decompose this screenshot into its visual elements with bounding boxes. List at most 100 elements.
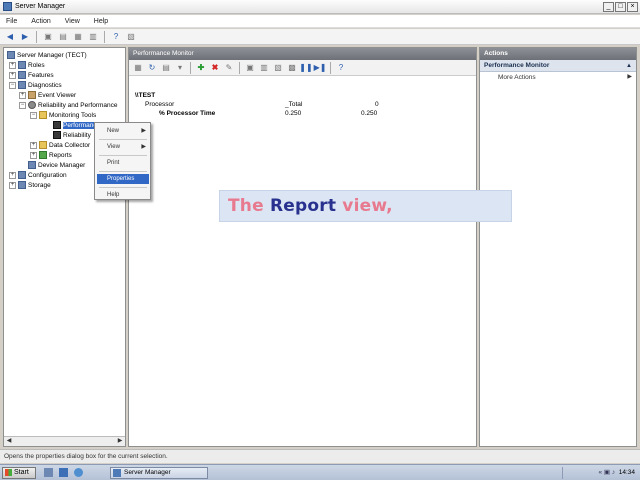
tree-item-label: Reports (49, 151, 72, 159)
actions-header: Actions (480, 48, 636, 60)
scroll-right-icon[interactable]: ▶ (116, 438, 124, 445)
taskbar-item-server-manager[interactable]: Server Manager (110, 467, 208, 479)
tree-item-monitoring-tools[interactable]: − Monitoring Tools (30, 110, 96, 120)
view-graph-icon[interactable]: ▦ (132, 62, 144, 73)
dropdown-icon[interactable]: ▾ (174, 62, 186, 73)
collapse-icon[interactable]: − (30, 111, 37, 119)
freeze-display-icon[interactable]: ❚❚ (299, 62, 312, 73)
context-menu-view[interactable]: View ▶ (97, 142, 149, 152)
server-manager-icon (113, 469, 121, 477)
tree-item-storage[interactable]: + Storage (9, 180, 51, 190)
start-label: Start (14, 469, 29, 476)
expand-icon[interactable]: + (9, 71, 16, 79)
help-icon[interactable]: ? (335, 62, 347, 73)
windows-logo-icon (5, 469, 12, 476)
expand-icon[interactable]: + (19, 91, 26, 99)
configuration-icon (18, 171, 26, 179)
help-icon[interactable]: ? (110, 31, 122, 42)
caption-overlay: The Report view, (219, 190, 512, 222)
delete-counter-icon[interactable]: ✖ (209, 62, 221, 73)
tree-item-label: Features (28, 71, 54, 79)
features-icon (18, 71, 26, 79)
more-actions-label: More Actions (498, 74, 536, 81)
up-folder-icon[interactable]: ▣ (42, 31, 54, 42)
paste-counter-list-icon[interactable]: ▥ (258, 62, 270, 73)
export-list-icon[interactable]: ▦ (72, 31, 84, 42)
performance-toolbar: ▦ ↻ ▤ ▾ ✚ ✖ ✎ ▣ ▥ ▧ ▩ ❚❚ ▶❚ ? (129, 60, 476, 76)
server-manager-window: Server Manager _ □ × File Action View He… (0, 0, 640, 464)
tree-item-reports[interactable]: + Reports (30, 150, 72, 160)
collapse-icon[interactable]: − (19, 101, 26, 109)
forward-icon[interactable]: ▶ (19, 31, 31, 42)
context-menu-properties[interactable]: Properties (97, 174, 149, 184)
more-actions-item[interactable]: More Actions ▶ (480, 72, 636, 83)
update-data-icon[interactable]: ▶❚ (314, 62, 327, 73)
change-graph-type-icon[interactable]: ▤ (160, 62, 172, 73)
menu-file[interactable]: File (6, 18, 17, 25)
add-counter-icon[interactable]: ✚ (195, 62, 207, 73)
tree-item-configuration[interactable]: + Configuration (9, 170, 67, 180)
expand-icon[interactable]: + (9, 171, 16, 179)
tree-item-roles[interactable]: + Roles (9, 60, 45, 70)
highlight-icon[interactable]: ✎ (223, 62, 235, 73)
main-toolbar: ◀ ▶ ▣ ▤ ▦ ▥ ? ▧ (0, 29, 640, 45)
tree-item-data-collector-sets[interactable]: + Data Collector (30, 140, 90, 150)
submenu-arrow-icon: ▶ (141, 144, 146, 150)
properties-icon[interactable]: ▧ (272, 62, 284, 73)
show-hide-tree-icon[interactable]: ▤ (57, 31, 69, 42)
expand-icon[interactable]: + (9, 61, 16, 69)
context-menu-new[interactable]: New ▶ (97, 126, 149, 136)
counter-value: 0.250 (285, 110, 302, 117)
server-manager-quicklaunch-icon[interactable] (44, 468, 53, 477)
collapse-icon[interactable]: − (9, 81, 16, 89)
collapse-icon[interactable]: ▲ (626, 60, 632, 72)
zoom-icon[interactable]: ▩ (286, 62, 298, 73)
close-button[interactable]: × (627, 2, 638, 12)
actions-section-header[interactable]: Performance Monitor ▲ (480, 60, 636, 72)
context-menu-help[interactable]: Help (97, 190, 149, 200)
tree-item-label: Diagnostics (28, 81, 62, 89)
minimize-button[interactable]: _ (603, 2, 614, 12)
submenu-arrow-icon: ▶ (141, 128, 146, 134)
taskbar: Start Server Manager « ▣ ♪ 14:34 (0, 464, 640, 480)
menu-help[interactable]: Help (94, 18, 108, 25)
tree-item-label: Event Viewer (38, 91, 77, 99)
maximize-button[interactable]: □ (615, 2, 626, 12)
copy-properties-icon[interactable]: ▣ (244, 62, 256, 73)
folder-icon (39, 111, 47, 119)
tree-item-label: Device Manager (38, 161, 86, 169)
tree-item-device-manager[interactable]: Device Manager (28, 160, 85, 170)
refresh-icon[interactable]: ↻ (146, 62, 158, 73)
roles-icon (18, 61, 26, 69)
device-manager-icon (28, 161, 36, 169)
tree-horizontal-scrollbar[interactable]: ◀ ▶ (4, 436, 125, 446)
context-menu-print[interactable]: Print (97, 158, 149, 168)
performance-monitor-pane: Performance Monitor ▦ ↻ ▤ ▾ ✚ ✖ ✎ ▣ ▥ ▧ … (128, 47, 477, 447)
menu-view[interactable]: View (65, 18, 80, 25)
tree-item-reliability-monitor[interactable]: Reliability (53, 130, 91, 140)
back-icon[interactable]: ◀ (4, 31, 16, 42)
expand-icon[interactable]: + (9, 181, 16, 189)
tree-item-reliability-performance[interactable]: − Reliability and Performance (19, 100, 117, 110)
gear-icon (28, 101, 36, 109)
tray-icons[interactable]: « ▣ ♪ (598, 469, 616, 476)
tree-item-server-manager[interactable]: Server Manager (TECT) (7, 50, 87, 60)
object-name: Processor (145, 101, 175, 108)
properties-icon[interactable]: ▧ (125, 31, 137, 42)
actions-pane: Actions Performance Monitor ▲ More Actio… (479, 47, 637, 447)
powershell-icon[interactable] (59, 468, 68, 477)
pane-header: Performance Monitor (129, 48, 476, 60)
tree-item-event-viewer[interactable]: + Event Viewer (19, 90, 76, 100)
start-button[interactable]: Start (2, 467, 36, 479)
tree-item-diagnostics[interactable]: − Diagnostics (9, 80, 62, 90)
tree-item-features[interactable]: + Features (9, 70, 54, 80)
reports-icon (39, 151, 47, 159)
print-icon[interactable]: ▥ (87, 31, 99, 42)
internet-explorer-icon[interactable] (74, 468, 83, 477)
tree-item-label: Reliability (63, 131, 91, 139)
clock[interactable]: 14:34 (619, 469, 635, 476)
menu-action[interactable]: Action (31, 18, 50, 25)
expand-icon[interactable]: + (30, 151, 37, 159)
scroll-left-icon[interactable]: ◀ (5, 438, 13, 445)
expand-icon[interactable]: + (30, 141, 37, 149)
